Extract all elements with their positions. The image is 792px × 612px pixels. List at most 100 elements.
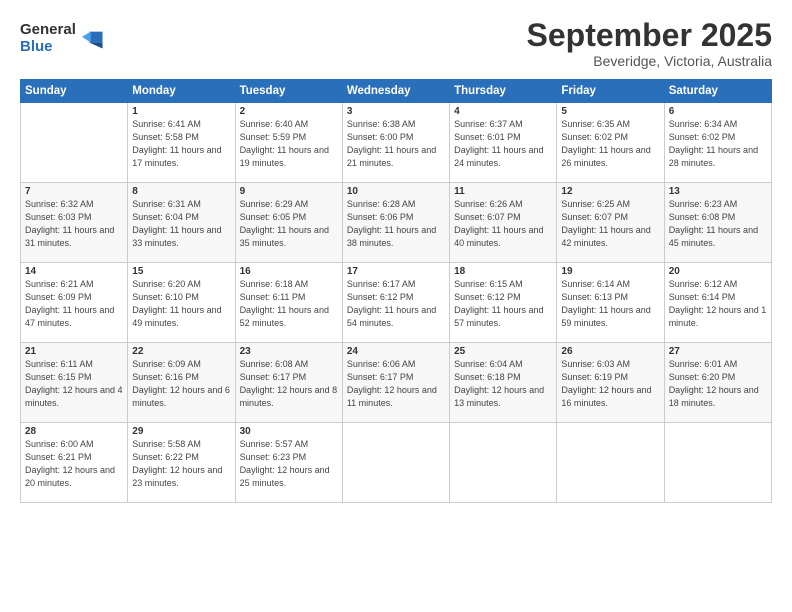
calendar-cell: 14Sunrise: 6:21 AM Sunset: 6:09 PM Dayli… [21, 263, 128, 343]
cell-info: Sunrise: 6:29 AM Sunset: 6:05 PM Dayligh… [240, 198, 338, 250]
cell-date: 28 [25, 426, 123, 437]
cell-info: Sunrise: 6:14 AM Sunset: 6:13 PM Dayligh… [561, 278, 659, 330]
calendar-cell: 17Sunrise: 6:17 AM Sunset: 6:12 PM Dayli… [342, 263, 449, 343]
cell-date: 22 [132, 346, 230, 357]
cell-info: Sunrise: 6:01 AM Sunset: 6:20 PM Dayligh… [669, 358, 767, 410]
cell-date: 6 [669, 106, 767, 117]
col-header-thursday: Thursday [450, 80, 557, 103]
calendar-cell [342, 423, 449, 503]
calendar-cell: 21Sunrise: 6:11 AM Sunset: 6:15 PM Dayli… [21, 343, 128, 423]
cell-date: 11 [454, 186, 552, 197]
cell-date: 14 [25, 266, 123, 277]
logo-text: General Blue [20, 22, 76, 55]
cell-date: 17 [347, 266, 445, 277]
calendar-cell [557, 423, 664, 503]
cell-info: Sunrise: 6:17 AM Sunset: 6:12 PM Dayligh… [347, 278, 445, 330]
calendar-cell: 15Sunrise: 6:20 AM Sunset: 6:10 PM Dayli… [128, 263, 235, 343]
cell-date: 25 [454, 346, 552, 357]
cell-date: 7 [25, 186, 123, 197]
cell-info: Sunrise: 6:41 AM Sunset: 5:58 PM Dayligh… [132, 118, 230, 170]
calendar-cell [21, 103, 128, 183]
logo: General Blue [20, 22, 104, 55]
cell-info: Sunrise: 6:03 AM Sunset: 6:19 PM Dayligh… [561, 358, 659, 410]
calendar-cell: 4Sunrise: 6:37 AM Sunset: 6:01 PM Daylig… [450, 103, 557, 183]
calendar-cell: 11Sunrise: 6:26 AM Sunset: 6:07 PM Dayli… [450, 183, 557, 263]
cell-info: Sunrise: 6:00 AM Sunset: 6:21 PM Dayligh… [25, 438, 123, 490]
cell-date: 19 [561, 266, 659, 277]
calendar-cell: 1Sunrise: 6:41 AM Sunset: 5:58 PM Daylig… [128, 103, 235, 183]
cell-date: 13 [669, 186, 767, 197]
calendar-cell: 10Sunrise: 6:28 AM Sunset: 6:06 PM Dayli… [342, 183, 449, 263]
cell-info: Sunrise: 6:38 AM Sunset: 6:00 PM Dayligh… [347, 118, 445, 170]
cell-info: Sunrise: 6:08 AM Sunset: 6:17 PM Dayligh… [240, 358, 338, 410]
calendar-cell: 2Sunrise: 6:40 AM Sunset: 5:59 PM Daylig… [235, 103, 342, 183]
cell-info: Sunrise: 6:18 AM Sunset: 6:11 PM Dayligh… [240, 278, 338, 330]
calendar-cell: 6Sunrise: 6:34 AM Sunset: 6:02 PM Daylig… [664, 103, 771, 183]
cell-date: 18 [454, 266, 552, 277]
cell-info: Sunrise: 6:28 AM Sunset: 6:06 PM Dayligh… [347, 198, 445, 250]
calendar-cell: 23Sunrise: 6:08 AM Sunset: 6:17 PM Dayli… [235, 343, 342, 423]
cell-info: Sunrise: 6:20 AM Sunset: 6:10 PM Dayligh… [132, 278, 230, 330]
cell-date: 8 [132, 186, 230, 197]
cell-date: 2 [240, 106, 338, 117]
cell-info: Sunrise: 6:25 AM Sunset: 6:07 PM Dayligh… [561, 198, 659, 250]
cell-date: 9 [240, 186, 338, 197]
calendar-cell: 5Sunrise: 6:35 AM Sunset: 6:02 PM Daylig… [557, 103, 664, 183]
week-row-4: 21Sunrise: 6:11 AM Sunset: 6:15 PM Dayli… [21, 343, 772, 423]
calendar-cell: 27Sunrise: 6:01 AM Sunset: 6:20 PM Dayli… [664, 343, 771, 423]
cell-date: 20 [669, 266, 767, 277]
cell-info: Sunrise: 5:57 AM Sunset: 6:23 PM Dayligh… [240, 438, 338, 490]
cell-info: Sunrise: 6:37 AM Sunset: 6:01 PM Dayligh… [454, 118, 552, 170]
calendar-cell: 12Sunrise: 6:25 AM Sunset: 6:07 PM Dayli… [557, 183, 664, 263]
cell-info: Sunrise: 6:40 AM Sunset: 5:59 PM Dayligh… [240, 118, 338, 170]
calendar-cell: 29Sunrise: 5:58 AM Sunset: 6:22 PM Dayli… [128, 423, 235, 503]
logo-icon [82, 28, 104, 50]
week-row-3: 14Sunrise: 6:21 AM Sunset: 6:09 PM Dayli… [21, 263, 772, 343]
cell-date: 15 [132, 266, 230, 277]
cell-date: 26 [561, 346, 659, 357]
calendar-cell: 18Sunrise: 6:15 AM Sunset: 6:12 PM Dayli… [450, 263, 557, 343]
cell-date: 23 [240, 346, 338, 357]
calendar-cell: 7Sunrise: 6:32 AM Sunset: 6:03 PM Daylig… [21, 183, 128, 263]
cell-date: 16 [240, 266, 338, 277]
calendar-cell: 19Sunrise: 6:14 AM Sunset: 6:13 PM Dayli… [557, 263, 664, 343]
calendar-cell [664, 423, 771, 503]
header-row: SundayMondayTuesdayWednesdayThursdayFrid… [21, 80, 772, 103]
week-row-1: 1Sunrise: 6:41 AM Sunset: 5:58 PM Daylig… [21, 103, 772, 183]
col-header-tuesday: Tuesday [235, 80, 342, 103]
week-row-5: 28Sunrise: 6:00 AM Sunset: 6:21 PM Dayli… [21, 423, 772, 503]
cell-info: Sunrise: 6:04 AM Sunset: 6:18 PM Dayligh… [454, 358, 552, 410]
calendar-cell: 24Sunrise: 6:06 AM Sunset: 6:17 PM Dayli… [342, 343, 449, 423]
col-header-friday: Friday [557, 80, 664, 103]
logo-blue: Blue [20, 39, 76, 56]
cell-info: Sunrise: 6:12 AM Sunset: 6:14 PM Dayligh… [669, 278, 767, 330]
month-title: September 2025 [527, 18, 772, 53]
calendar-cell: 30Sunrise: 5:57 AM Sunset: 6:23 PM Dayli… [235, 423, 342, 503]
cell-info: Sunrise: 6:21 AM Sunset: 6:09 PM Dayligh… [25, 278, 123, 330]
calendar-cell: 13Sunrise: 6:23 AM Sunset: 6:08 PM Dayli… [664, 183, 771, 263]
calendar-cell: 25Sunrise: 6:04 AM Sunset: 6:18 PM Dayli… [450, 343, 557, 423]
location-title: Beveridge, Victoria, Australia [527, 53, 772, 69]
col-header-wednesday: Wednesday [342, 80, 449, 103]
header: General Blue September 2025 Beveridge, V… [20, 18, 772, 69]
cell-info: Sunrise: 6:34 AM Sunset: 6:02 PM Dayligh… [669, 118, 767, 170]
week-row-2: 7Sunrise: 6:32 AM Sunset: 6:03 PM Daylig… [21, 183, 772, 263]
cell-date: 24 [347, 346, 445, 357]
cell-date: 12 [561, 186, 659, 197]
cell-info: Sunrise: 6:06 AM Sunset: 6:17 PM Dayligh… [347, 358, 445, 410]
cell-info: Sunrise: 6:09 AM Sunset: 6:16 PM Dayligh… [132, 358, 230, 410]
cell-info: Sunrise: 6:15 AM Sunset: 6:12 PM Dayligh… [454, 278, 552, 330]
cell-date: 27 [669, 346, 767, 357]
calendar-cell: 20Sunrise: 6:12 AM Sunset: 6:14 PM Dayli… [664, 263, 771, 343]
cell-info: Sunrise: 6:35 AM Sunset: 6:02 PM Dayligh… [561, 118, 659, 170]
cell-info: Sunrise: 6:23 AM Sunset: 6:08 PM Dayligh… [669, 198, 767, 250]
calendar-page: General Blue September 2025 Beveridge, V… [0, 0, 792, 612]
col-header-monday: Monday [128, 80, 235, 103]
calendar-table: SundayMondayTuesdayWednesdayThursdayFrid… [20, 79, 772, 503]
cell-date: 1 [132, 106, 230, 117]
calendar-cell: 16Sunrise: 6:18 AM Sunset: 6:11 PM Dayli… [235, 263, 342, 343]
cell-date: 3 [347, 106, 445, 117]
cell-info: Sunrise: 6:32 AM Sunset: 6:03 PM Dayligh… [25, 198, 123, 250]
calendar-cell: 8Sunrise: 6:31 AM Sunset: 6:04 PM Daylig… [128, 183, 235, 263]
cell-date: 4 [454, 106, 552, 117]
